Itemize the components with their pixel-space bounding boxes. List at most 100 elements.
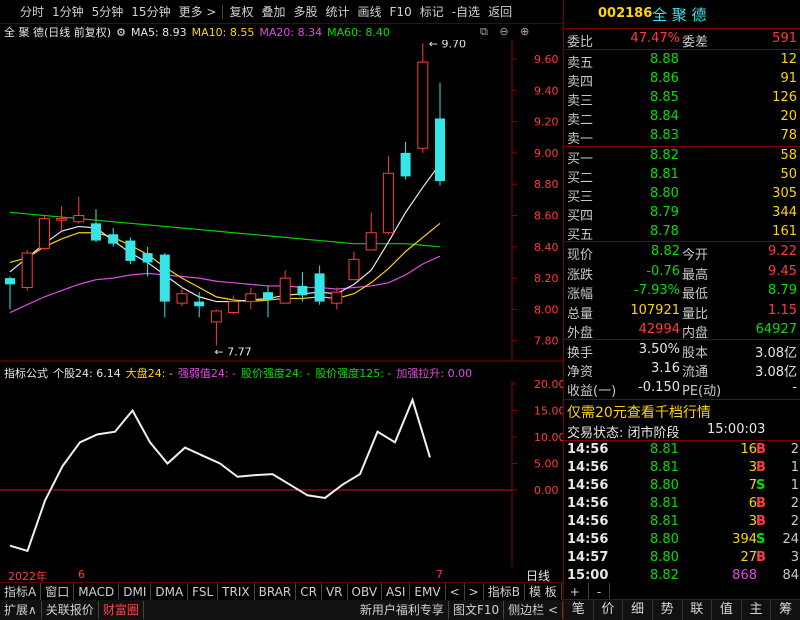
tab-macd[interactable]: MACD <box>74 582 120 601</box>
quote-value: 107921 <box>630 302 680 318</box>
quote-label: 现价 <box>567 248 594 263</box>
right-tab[interactable]: 值 <box>712 600 742 620</box>
right-tab[interactable]: 细 <box>623 600 653 620</box>
tab-15min[interactable]: 15分钟 <box>127 3 174 20</box>
tab-1min[interactable]: 1分钟 <box>48 3 88 20</box>
tab-timeshare[interactable]: 分时 <box>0 3 48 20</box>
tab-brar[interactable]: BRAR <box>255 582 297 601</box>
ma10-label: MA10: 8.55 <box>191 25 255 39</box>
price-tick-label: 8.80 <box>534 178 559 191</box>
expand-button[interactable]: 扩展∧ <box>0 601 42 619</box>
tab-asi[interactable]: ASI <box>382 582 411 601</box>
chart-title[interactable]: 全 聚 德(日线 前复权) <box>4 24 111 40</box>
price-tick-label: 8.20 <box>534 272 559 285</box>
promo-link[interactable]: 仅需20元查看千档行情 <box>567 402 711 422</box>
price-tick-label: 9.00 <box>534 147 559 160</box>
multi-stock-button[interactable]: 多股 <box>289 3 321 20</box>
right-tab[interactable]: 势 <box>653 600 683 620</box>
tab-5min[interactable]: 5分钟 <box>88 3 128 20</box>
tab-template[interactable]: 模 板 <box>525 582 562 601</box>
indicator-formula-label[interactable]: 指标公式 <box>4 365 48 381</box>
quote-label: 量比 <box>682 306 709 322</box>
ask-row: 卖三 8.85 126 <box>564 89 800 109</box>
tick-price: 8.82 <box>650 568 679 583</box>
candle-body <box>228 301 240 314</box>
bid-price: 8.80 <box>650 186 679 201</box>
tab-prev-arrow[interactable]: < <box>446 582 465 601</box>
candle-body <box>382 172 394 234</box>
ind-price-strength24: 股价强度24: - <box>241 367 311 380</box>
restore-icon[interactable]: ⧉ <box>480 25 488 38</box>
quote-value: -7.93% <box>634 283 680 298</box>
price-tick-label: 9.40 <box>534 84 559 97</box>
ind-market24: 大盘24: - <box>125 367 173 380</box>
right-tab[interactable]: 主 <box>742 600 772 620</box>
right-tab[interactable]: 联 <box>683 600 713 620</box>
f10-graphic-button[interactable]: 图文F10 <box>449 601 505 619</box>
fund-label: PE(动) <box>682 384 722 399</box>
minimize-icon[interactable]: ⊖ <box>499 25 508 38</box>
right-tab[interactable]: 价 <box>594 600 624 620</box>
indicator-tick-label: 10.00 <box>534 431 563 444</box>
more-menu-button[interactable]: 更多 > <box>175 3 221 20</box>
divider <box>564 339 800 340</box>
quote-value: 9.22 <box>768 244 797 259</box>
tab-next-arrow[interactable]: > <box>465 582 484 601</box>
stats-button[interactable]: 统计 <box>322 3 354 20</box>
tab-fsl[interactable]: FSL <box>188 582 219 601</box>
back-button[interactable]: 返回 <box>484 3 516 20</box>
tick-price: 8.80 <box>650 532 679 547</box>
order-ratio-row: 委比 47.47% 委差 591 <box>564 30 800 50</box>
remove-watchlist-button[interactable]: -自选 <box>448 3 484 20</box>
tick-price: 8.81 <box>650 514 679 529</box>
candle-body <box>194 301 205 307</box>
divider <box>564 241 800 242</box>
wealth-circle-button[interactable]: 财富圈 <box>99 601 144 619</box>
ask-label: 卖一 <box>567 132 594 147</box>
tick-count: 1 <box>790 478 799 493</box>
tab-indicator-a[interactable]: 指标A <box>0 582 42 601</box>
low-marker: ← 7.77 <box>214 345 251 358</box>
quote-label: 涨跌 <box>567 267 594 283</box>
right-tab[interactable]: 筹 <box>771 600 800 620</box>
candle-body <box>125 240 136 261</box>
tab-window[interactable]: 窗口 <box>41 582 75 601</box>
right-tab[interactable]: 笔 <box>564 600 594 620</box>
quote-label: 涨幅 <box>567 287 594 302</box>
trade-status-time: 15:00:03 <box>707 422 766 437</box>
tick-count: 3 <box>790 550 799 565</box>
candle-body <box>263 292 273 301</box>
maximize-icon[interactable]: ⊕ <box>520 25 529 38</box>
promo-row[interactable]: 仅需20元查看千档行情 <box>564 401 800 422</box>
tab-vr[interactable]: VR <box>322 582 348 601</box>
sidebar-toggle-button[interactable]: 侧边栏 < <box>504 601 563 619</box>
tick-time: 14:56 <box>567 514 609 529</box>
mark-button[interactable]: 标记 <box>416 3 448 20</box>
settings-gear-icon[interactable]: ⚙ <box>116 26 126 39</box>
ma5-label: MA5: 8.93 <box>130 25 187 39</box>
tab-obv[interactable]: OBV <box>348 582 383 601</box>
f10-button[interactable]: F10 <box>386 5 416 19</box>
tab-dmi[interactable]: DMI <box>119 582 152 601</box>
tab-dma[interactable]: DMA <box>151 582 189 601</box>
tick-time: 14:56 <box>567 442 609 457</box>
tab-emv[interactable]: EMV <box>410 582 446 601</box>
candle-body <box>314 273 325 302</box>
tab-cr[interactable]: CR <box>296 582 322 601</box>
divider <box>564 49 800 50</box>
overlay-button[interactable]: 叠加 <box>257 3 289 20</box>
bid-label: 买三 <box>567 190 594 205</box>
new-user-benefit-link[interactable]: 新用户福利专享 <box>356 601 449 619</box>
bid-price: 8.78 <box>650 224 679 239</box>
indicator-chart[interactable]: 20.00 15.00 10.00 5.00 0.00 <box>0 380 563 567</box>
right-tabbar: 笔价细势联值主筹 <box>564 599 800 620</box>
tab-indicator-b[interactable]: 指标B <box>484 582 525 601</box>
draw-line-button[interactable]: 画线 <box>354 3 386 20</box>
indicator-tick-label: 15.00 <box>534 405 563 418</box>
kline-chart[interactable]: 9.60 9.40 9.20 9.00 8.80 8.60 8.40 8.20 8.00 7.80… <box>0 40 563 362</box>
adjust-button[interactable]: 复权 <box>225 3 257 20</box>
tick-time: 14:56 <box>567 496 609 511</box>
ask-volume: 126 <box>772 90 797 105</box>
related-quotes-button[interactable]: 关联报价 <box>42 601 99 619</box>
tab-trix[interactable]: TRIX <box>218 582 255 601</box>
